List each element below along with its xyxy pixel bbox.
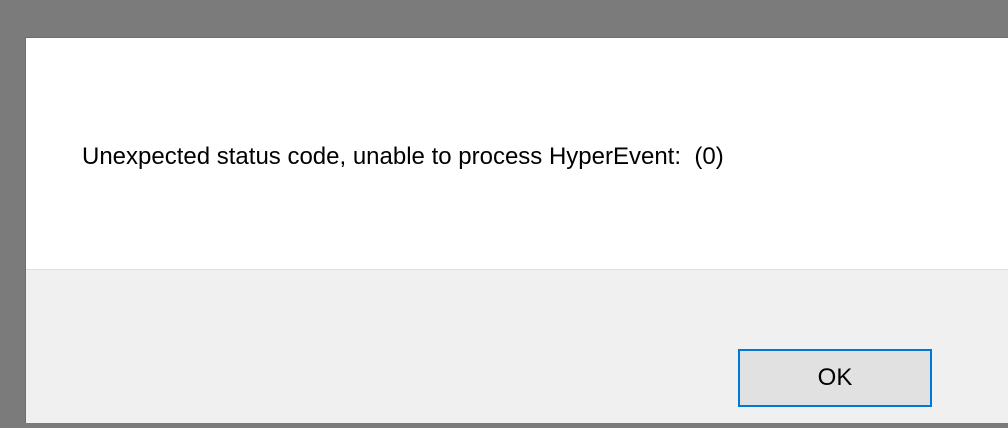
message-area: Unexpected status code, unable to proces… [26,38,1008,269]
button-bar: OK [26,269,1008,423]
error-message: Unexpected status code, unable to proces… [82,143,724,170]
ok-button[interactable]: OK [738,349,932,407]
message-dialog: Unexpected status code, unable to proces… [26,38,1008,423]
